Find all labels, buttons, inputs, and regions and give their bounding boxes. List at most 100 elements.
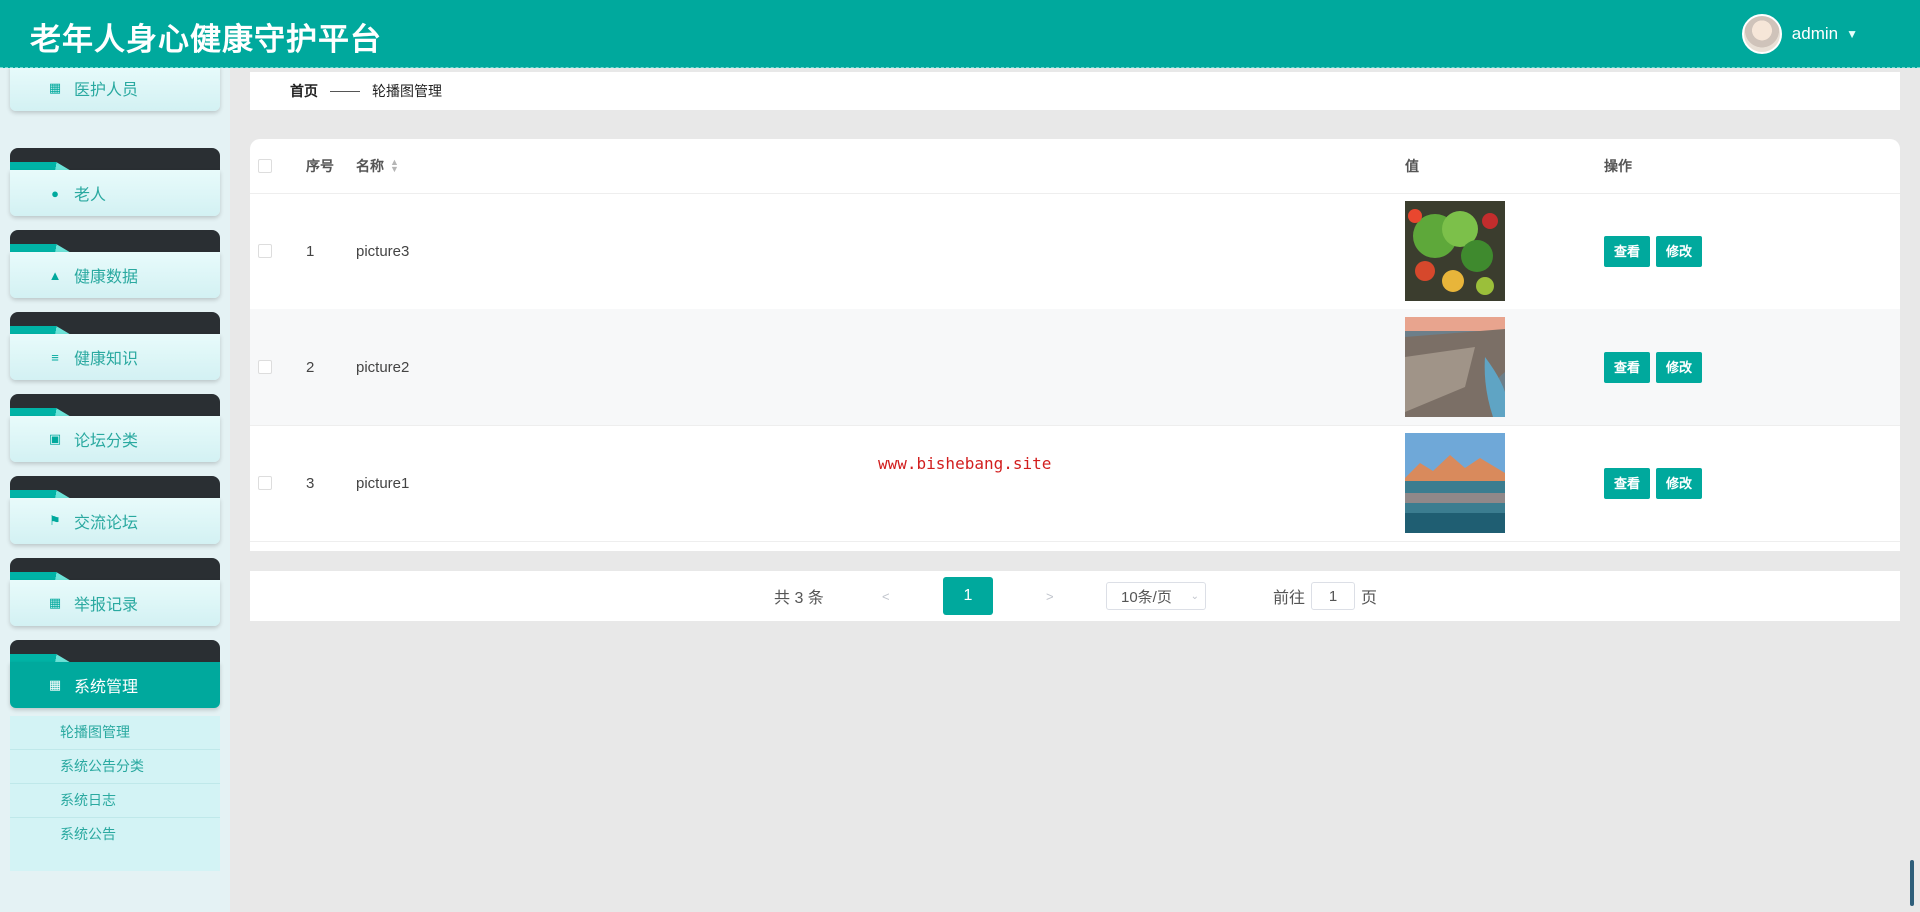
- person-icon: ▲: [48, 267, 62, 283]
- header-index: 序号: [306, 158, 334, 174]
- menu-tab-decoration: [10, 640, 220, 664]
- page-number-current[interactable]: 1: [943, 577, 993, 615]
- scrollbar-thumb[interactable]: [1910, 860, 1914, 906]
- caret-down-icon[interactable]: ▼: [1846, 27, 1858, 41]
- menu-tab-decoration: [10, 312, 220, 336]
- table-row: 3 picture1 查看 修改: [250, 425, 1900, 542]
- menu-body[interactable]: ≡ 健康知识: [10, 334, 220, 380]
- edit-button[interactable]: 修改: [1656, 467, 1703, 499]
- sidebar-item-label: 老人: [74, 187, 107, 204]
- row-checkbox[interactable]: [258, 476, 272, 490]
- table-row: 1 picture3 查看 修改: [250, 193, 1900, 310]
- view-button[interactable]: 查看: [1604, 351, 1651, 383]
- user-menu[interactable]: admin ▼: [1741, 12, 1858, 56]
- page-size-select[interactable]: 10条/页 ⌄: [1106, 582, 1206, 610]
- row-checkbox-cell: [258, 425, 272, 541]
- menu-body[interactable]: ⚑ 交流论坛: [10, 498, 220, 544]
- select-all-cell: [258, 139, 272, 193]
- goto-page: 前往 页: [1273, 571, 1377, 621]
- total-count: 共 3 条: [774, 590, 824, 607]
- menu-body[interactable]: ▲ 健康数据: [10, 252, 220, 298]
- header-name[interactable]: 名称 ▲ ▼: [356, 139, 399, 193]
- sidebar-item-health-data[interactable]: ▲ 健康数据: [10, 230, 220, 300]
- row-checkbox-cell: [258, 309, 272, 425]
- menu-body[interactable]: ▦ 举报记录: [10, 580, 220, 626]
- menu-tab-decoration: [10, 230, 220, 254]
- row-image-cell: [1405, 425, 1505, 541]
- page-size-wrapper: 10条/页 ⌄: [1106, 571, 1206, 621]
- data-table: 序号 名称 ▲ ▼ 值 操作 1 picture3 查看 修改 2 pictur…: [250, 139, 1900, 551]
- table-row: 2 picture2 查看 修改: [250, 309, 1900, 426]
- header-actions: 操作: [1604, 158, 1632, 174]
- menu-tab-decoration: [10, 558, 220, 582]
- row-image-cell: [1405, 309, 1505, 425]
- view-button[interactable]: 查看: [1604, 467, 1651, 499]
- sidebar-item-forum[interactable]: ⚑ 交流论坛: [10, 476, 220, 546]
- edit-button[interactable]: 修改: [1656, 351, 1703, 383]
- menu-tab-decoration: [10, 148, 220, 172]
- menu-body[interactable]: ▣ 论坛分类: [10, 416, 220, 462]
- sidebar-item-forum-category[interactable]: ▣ 论坛分类: [10, 394, 220, 464]
- row-name: picture2: [356, 358, 410, 376]
- menu-body[interactable]: ▦ 医护人员: [10, 68, 220, 111]
- system-submenu: 轮播图管理 系统公告分类 系统日志 系统公告: [10, 716, 220, 871]
- sidebar-item-label: 健康知识: [74, 351, 139, 368]
- sidebar-item-label: 健康数据: [74, 269, 139, 286]
- pagination: 共 3 条 < 1 > 10条/页 ⌄ 前往 页: [250, 571, 1900, 621]
- row-index: 2: [306, 358, 315, 376]
- view-button[interactable]: 查看: [1604, 235, 1651, 267]
- sort-icon[interactable]: ▲ ▼: [390, 158, 399, 174]
- breadcrumb-home[interactable]: 首页: [290, 81, 318, 101]
- submenu-item-carousel[interactable]: 轮播图管理: [10, 716, 220, 750]
- sidebar-item-label: 举报记录: [74, 597, 139, 614]
- top-header: 老年人身心健康守护平台 admin ▼: [0, 0, 1920, 68]
- submenu-item-notice[interactable]: 系统公告: [10, 818, 220, 851]
- menu-tab-decoration: [10, 394, 220, 418]
- menu-body[interactable]: ● 老人: [10, 170, 220, 216]
- username[interactable]: admin: [1792, 24, 1838, 44]
- row-actions: 查看 修改: [1604, 309, 1708, 425]
- vegetables-thumbnail[interactable]: [1405, 201, 1505, 301]
- submenu-item-notice-category[interactable]: 系统公告分类: [10, 750, 220, 784]
- list-icon: ≡: [51, 349, 59, 365]
- row-image-cell: [1405, 193, 1505, 309]
- page-number-wrapper: 1: [943, 571, 993, 621]
- goto-prefix: 前往: [1273, 590, 1306, 607]
- table-header: 序号 名称 ▲ ▼ 值 操作: [250, 139, 1900, 194]
- sidebar-item-label: 系统管理: [74, 679, 139, 696]
- sidebar-item-label: 医护人员: [74, 82, 139, 99]
- breadcrumb: 首页 轮播图管理: [250, 72, 1900, 110]
- sidebar-item-report-records[interactable]: ▦ 举报记录: [10, 558, 220, 628]
- row-name: picture1: [356, 474, 410, 492]
- select-all-checkbox[interactable]: [258, 159, 272, 173]
- row-checkbox[interactable]: [258, 244, 272, 258]
- header-name-label: 名称: [356, 158, 384, 174]
- row-checkbox-cell: [258, 193, 272, 309]
- next-page-button[interactable]: >: [1046, 571, 1054, 621]
- sidebar-item-label: 论坛分类: [74, 433, 139, 450]
- coastline-thumbnail[interactable]: [1405, 317, 1505, 417]
- menu-tab-decoration: [10, 476, 220, 500]
- header-value: 值: [1405, 158, 1419, 174]
- sidebar-item-elderly[interactable]: ● 老人: [10, 148, 220, 218]
- breadcrumb-current: 轮播图管理: [372, 83, 442, 99]
- sidebar-item-system-management[interactable]: ▦ 系统管理: [10, 640, 220, 710]
- breadcrumb-separator: [330, 90, 360, 92]
- sidebar-item-medical-staff[interactable]: ▦ 医护人员: [10, 68, 220, 113]
- lake-mountains-thumbnail[interactable]: [1405, 433, 1505, 533]
- row-checkbox[interactable]: [258, 360, 272, 374]
- grid-icon: ▦: [48, 677, 62, 692]
- edit-button[interactable]: 修改: [1656, 235, 1703, 267]
- watermark-text: www.bishebang.site: [878, 454, 1052, 473]
- row-index: 1: [306, 242, 315, 260]
- menu-body[interactable]: ▦ 系统管理: [10, 662, 220, 708]
- row-actions: 查看 修改: [1604, 193, 1708, 309]
- row-index: 3: [306, 474, 315, 492]
- grid-icon: ▦: [48, 80, 62, 95]
- prev-page-button[interactable]: <: [882, 571, 890, 621]
- sidebar-item-health-knowledge[interactable]: ≡ 健康知识: [10, 312, 220, 382]
- page-size-value: 10条/页: [1121, 588, 1172, 606]
- submenu-item-system-log[interactable]: 系统日志: [10, 784, 220, 818]
- goto-page-input[interactable]: [1311, 582, 1356, 610]
- avatar[interactable]: [1741, 14, 1782, 54]
